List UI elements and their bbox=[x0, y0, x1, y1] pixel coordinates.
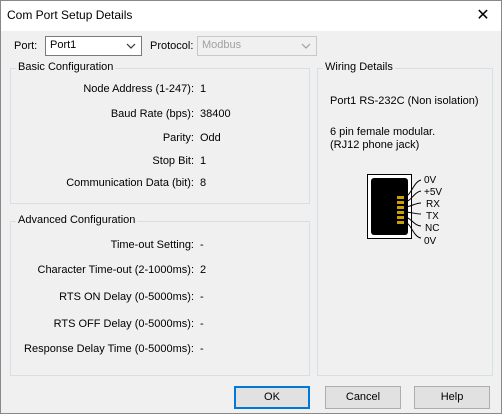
chevron-down-icon bbox=[126, 43, 136, 49]
wiring-details-title: Wiring Details bbox=[323, 61, 395, 73]
cancel-button[interactable]: Cancel bbox=[325, 386, 401, 409]
close-icon[interactable]: ✕ bbox=[473, 6, 493, 26]
title-bar: Com Port Setup Details ✕ bbox=[1, 1, 501, 31]
communication-data-value: 8 bbox=[200, 177, 207, 189]
wiring-description-line1: 6 pin female modular. bbox=[330, 126, 436, 138]
pin-label-6: 0V bbox=[424, 236, 437, 247]
response-delay-time-value: - bbox=[200, 343, 204, 355]
dialog-window: Com Port Setup Details ✕ Port: Port1 Pro… bbox=[0, 0, 502, 414]
basic-configuration-title: Basic Configuration bbox=[16, 61, 116, 73]
rts-on-delay-label: RTS ON Delay (0-5000ms): bbox=[59, 291, 194, 303]
wiring-description-line2: (RJ12 phone jack) bbox=[330, 139, 420, 151]
pin-label-1: 0V bbox=[424, 175, 437, 186]
node-address-value: 1 bbox=[200, 83, 207, 95]
parity-label: Parity: bbox=[162, 132, 194, 144]
stop-bit-value: 1 bbox=[200, 155, 207, 167]
pin-label-5: NC bbox=[425, 223, 440, 234]
protocol-label: Protocol: bbox=[150, 40, 194, 52]
rts-off-delay-value: - bbox=[200, 318, 204, 330]
character-time-out-value: 2 bbox=[200, 264, 207, 276]
pin-label-3: RX bbox=[426, 199, 440, 210]
baud-rate-label: Baud Rate (bps): bbox=[110, 108, 194, 120]
wiring-port-info: Port1 RS-232C (Non isolation) bbox=[330, 95, 479, 107]
parity-value: Odd bbox=[200, 132, 221, 144]
port-select[interactable]: Port1 bbox=[45, 36, 142, 56]
port-value: Port1 bbox=[50, 39, 77, 51]
node-address-label: Node Address (1-247): bbox=[83, 83, 194, 95]
help-button[interactable]: Help bbox=[414, 386, 490, 409]
ok-button[interactable]: OK bbox=[234, 386, 310, 409]
time-out-setting-value: - bbox=[200, 239, 204, 251]
pin-label-2: +5V bbox=[424, 187, 443, 198]
time-out-setting-label: Time-out Setting: bbox=[110, 239, 194, 251]
rts-on-delay-value: - bbox=[200, 291, 204, 303]
stop-bit-label: Stop Bit: bbox=[152, 155, 194, 167]
window-title: Com Port Setup Details bbox=[7, 8, 133, 22]
protocol-value: Modbus bbox=[202, 39, 242, 51]
port-label: Port: bbox=[14, 40, 38, 52]
baud-rate-value: 38400 bbox=[200, 108, 231, 120]
rts-off-delay-label: RTS OFF Delay (0-5000ms): bbox=[53, 318, 194, 330]
pin-label-4: TX bbox=[426, 211, 439, 222]
chevron-down-icon bbox=[301, 43, 311, 49]
character-time-out-label: Character Time-out (2-1000ms): bbox=[37, 264, 195, 276]
communication-data-label: Communication Data (bit): bbox=[66, 177, 194, 189]
protocol-select[interactable]: Modbus bbox=[197, 36, 317, 56]
advanced-configuration-title: Advanced Configuration bbox=[16, 214, 138, 226]
response-delay-time-label: Response Delay Time (0-5000ms): bbox=[24, 343, 194, 355]
